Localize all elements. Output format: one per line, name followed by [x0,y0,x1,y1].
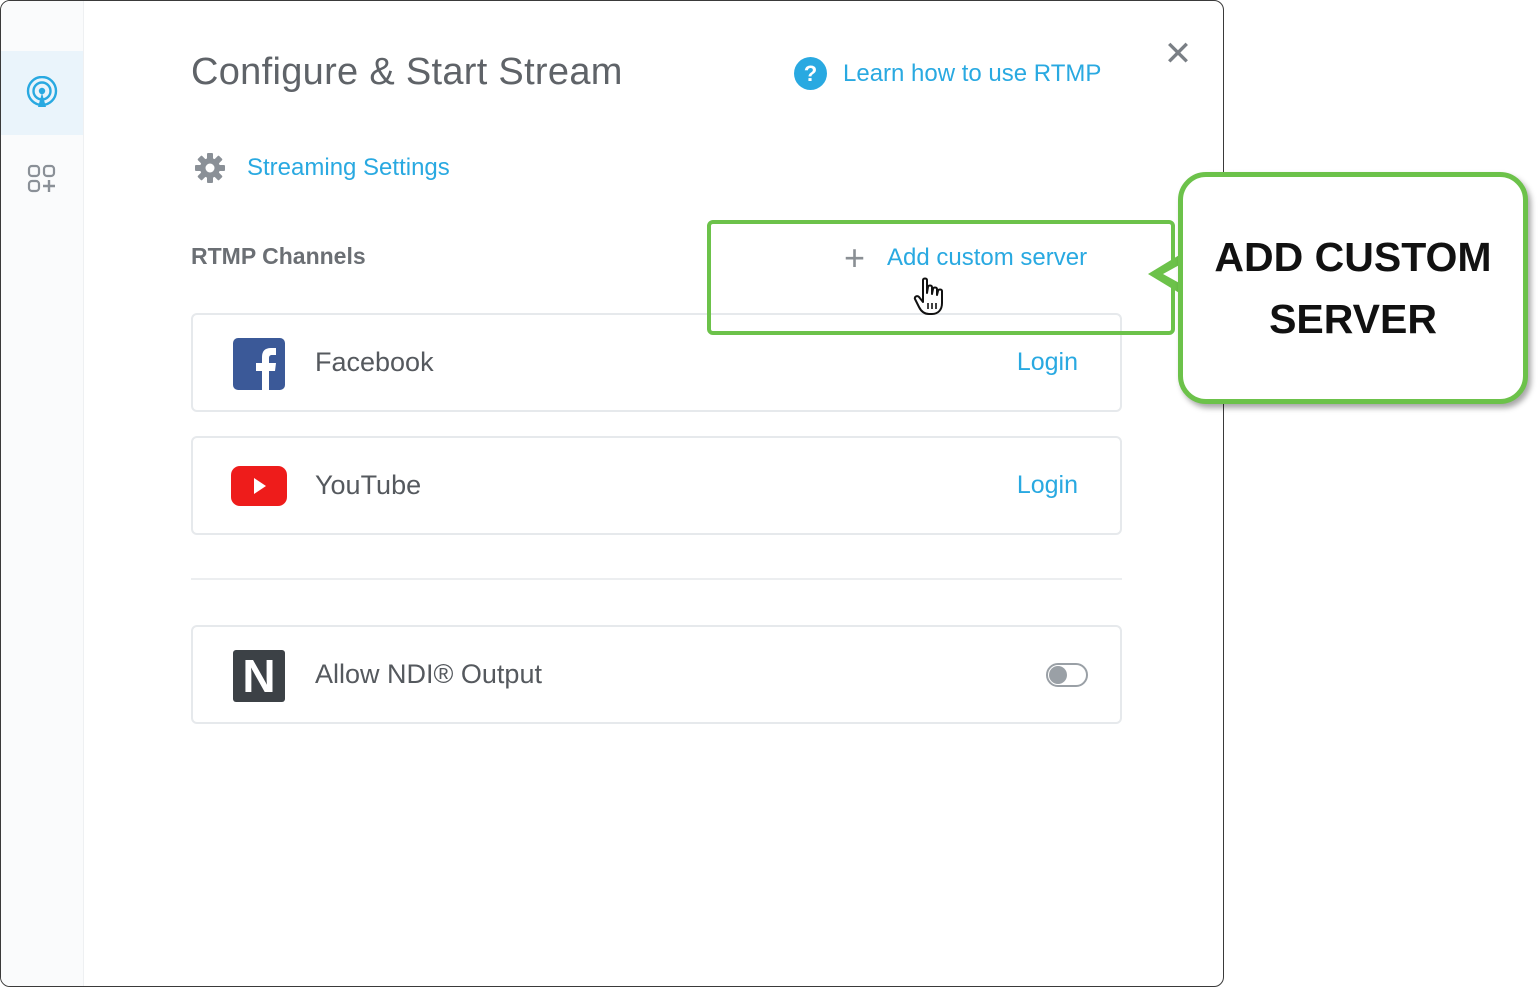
configure-stream-dialog: Configure & Start Stream ? Learn how to … [0,0,1224,987]
youtube-icon [231,466,287,506]
learn-rtmp-link[interactable]: ? Learn how to use RTMP [794,57,1101,90]
rtmp-channels-heading: RTMP Channels [191,243,366,269]
help-icon: ? [794,57,827,90]
facebook-icon [233,338,285,390]
callout-bubble: ADD CUSTOM SERVER [1178,172,1528,404]
dialog-title: Configure & Start Stream [191,51,623,93]
close-button[interactable]: ✕ [1161,37,1195,71]
youtube-login-link[interactable]: Login [1017,438,1078,533]
callout-line-1: ADD CUSTOM [1214,234,1492,280]
side-rail [1,1,84,986]
ndi-output-toggle[interactable] [1046,663,1088,687]
channel-name: Facebook [315,347,434,377]
gear-icon [195,153,225,183]
ndi-output-label: Allow NDI® Output [315,659,542,689]
learn-rtmp-label: Learn how to use RTMP [843,59,1102,87]
rail-item-broadcast[interactable] [1,51,83,135]
hand-cursor-icon [913,277,943,315]
ndi-output-row: N Allow NDI® Output [191,625,1122,724]
apps-add-icon [27,164,56,193]
broadcast-icon [26,76,58,107]
channel-row-youtube: YouTube Login [191,436,1122,535]
streaming-settings-link[interactable]: Streaming Settings [193,151,450,185]
ndi-logo-letter: N [242,650,276,702]
rail-item-apps[interactable] [1,137,83,221]
ndi-logo-icon: N [233,650,285,702]
channel-name: YouTube [315,470,422,500]
streaming-settings-label: Streaming Settings [247,154,450,181]
toggle-knob [1049,666,1067,684]
divider [191,578,1122,580]
callout-line-2: SERVER [1269,296,1437,342]
